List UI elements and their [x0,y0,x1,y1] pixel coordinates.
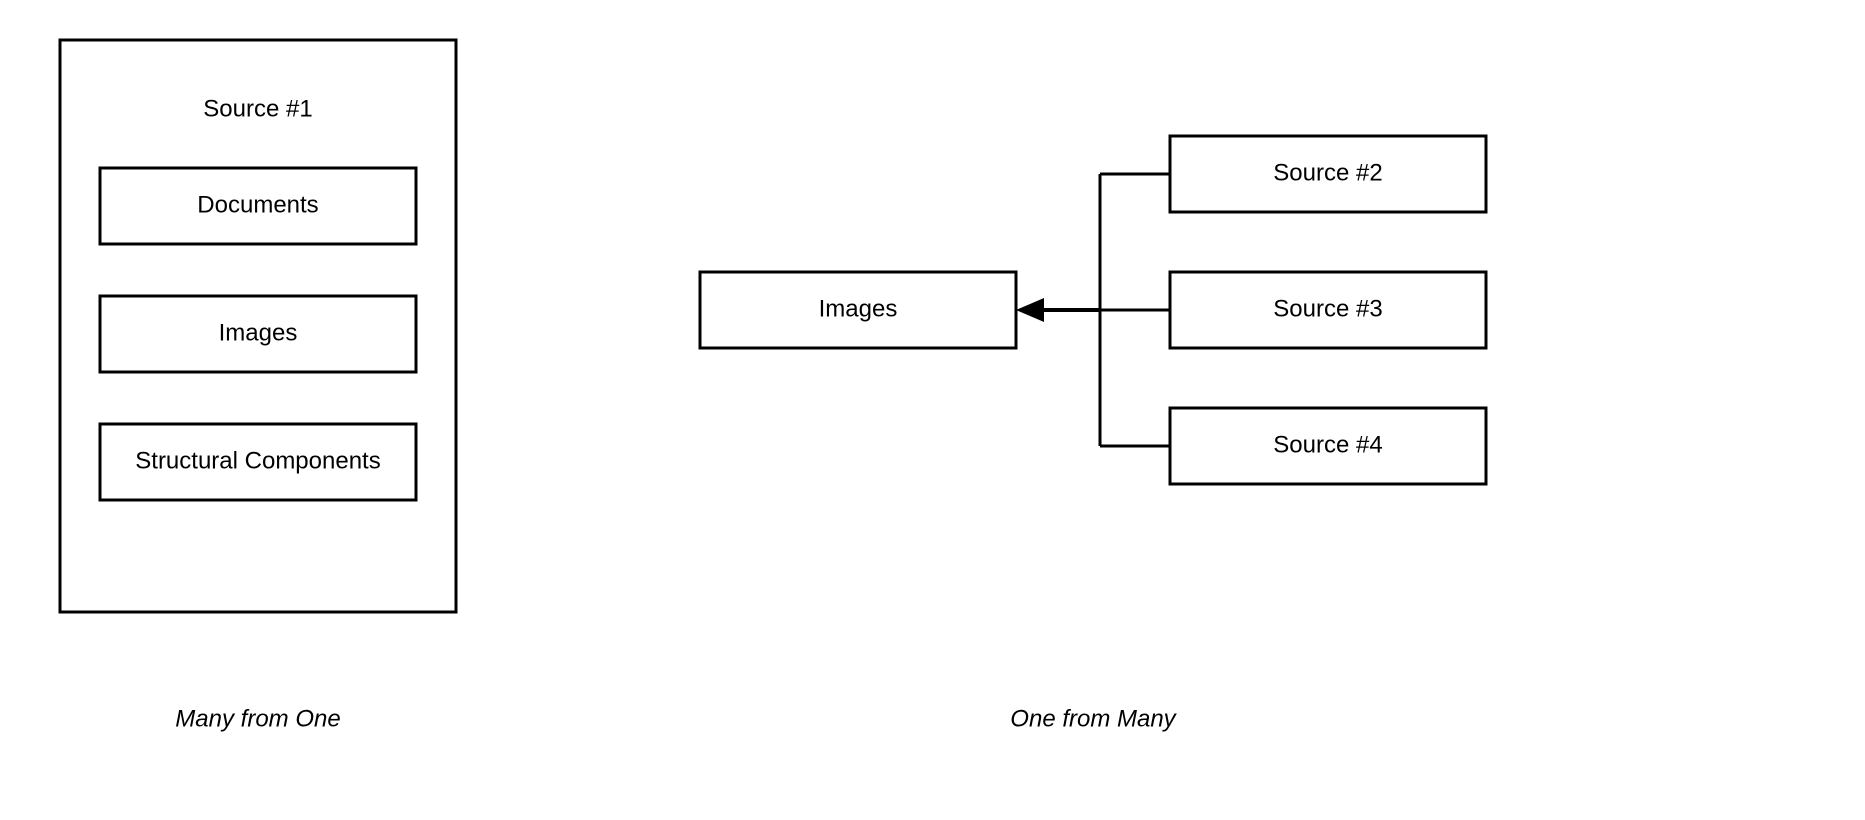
inner-box-label: Documents [197,191,318,218]
right-caption: One from Many [1010,705,1177,732]
inner-box-label: Images [219,319,298,346]
target-box-label: Images [819,295,898,322]
inner-box-images: Images [100,296,416,372]
inner-box-structural: Structural Components [100,424,416,500]
source-box-2: Source #2 [1170,136,1486,212]
left-caption: Many from One [175,705,340,732]
inner-box-documents: Documents [100,168,416,244]
many-from-one-group: Source #1 Documents Images Structural Co… [60,40,456,732]
arrowhead-icon [1016,298,1044,322]
target-box-images: Images [700,272,1016,348]
source-box-label: Source #4 [1273,431,1382,458]
source-box-label: Source #2 [1273,159,1382,186]
source-box-4: Source #4 [1170,408,1486,484]
one-from-many-group: Images Source #2 Source #3 Source #4 [700,136,1486,732]
inner-box-label: Structural Components [135,447,380,474]
source-box-3: Source #3 [1170,272,1486,348]
source-box-label: Source #3 [1273,295,1382,322]
connector-lines [1036,174,1170,446]
diagram-canvas: Source #1 Documents Images Structural Co… [0,0,1865,820]
source1-title: Source #1 [203,95,312,122]
